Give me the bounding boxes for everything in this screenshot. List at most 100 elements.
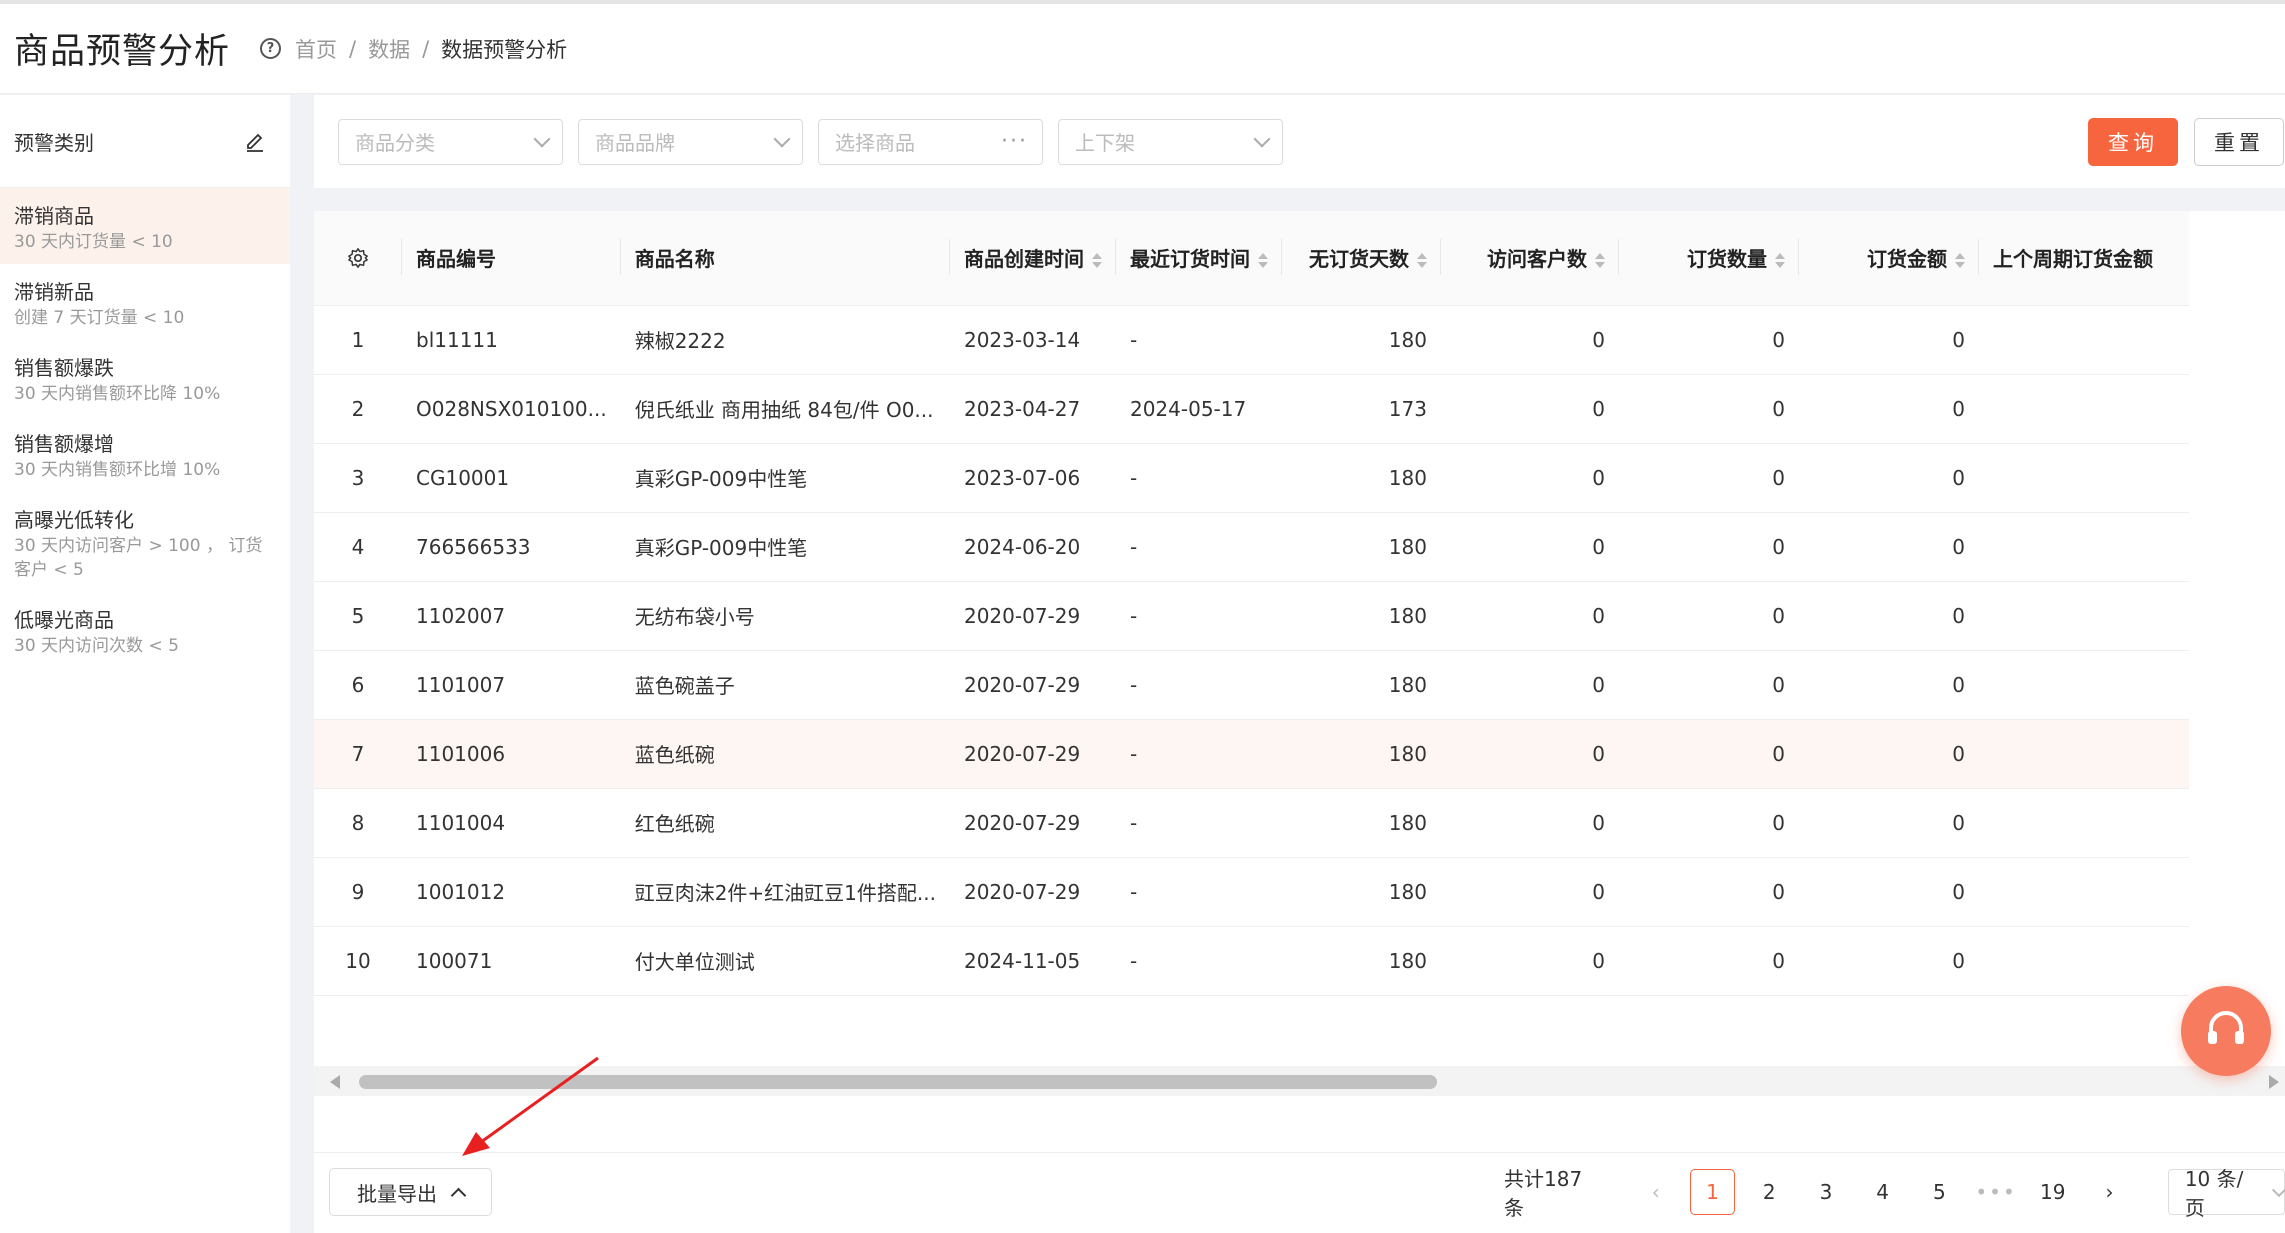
sidebar-item-sales-drop[interactable]: 销售额爆跌 30 天内销售额环比降 10% bbox=[0, 340, 290, 416]
cell-visitors: 0 bbox=[1440, 719, 1619, 789]
gear-icon[interactable] bbox=[328, 247, 388, 269]
pagination: 共计187条 ‹ 1 2 3 4 5 ••• 19 › 10 条/页 bbox=[1504, 1167, 2285, 1220]
cell-visitors: 0 bbox=[1440, 788, 1619, 858]
table-row[interactable]: 6 1101007 蓝色碗盖子 2020-07-29-180 0 0 0 bbox=[314, 650, 2189, 720]
cell-code: CG10001 bbox=[402, 443, 621, 513]
column-header-created[interactable]: 商品创建时间 bbox=[949, 211, 1116, 306]
cell-prev-amount bbox=[1978, 305, 2189, 375]
column-header-visitors[interactable]: 访问客户数 bbox=[1440, 211, 1619, 306]
sidebar-item-desc: 30 天内访问客户 > 100 ， 订货客户 < 5 bbox=[14, 536, 263, 580]
page-4[interactable]: 4 bbox=[1860, 1169, 1905, 1215]
cell-no-order-days: 180 bbox=[1281, 581, 1441, 651]
table-row[interactable]: 3 CG10001 真彩GP-009中性笔 2023-07-06-180 0 0 0 bbox=[314, 443, 2189, 513]
cell-name: 无纺布袋小号 bbox=[620, 581, 950, 651]
column-header-order-qty[interactable]: 订货数量 bbox=[1618, 211, 1799, 306]
breadcrumb-home[interactable]: 首页 bbox=[295, 34, 337, 64]
page-5[interactable]: 5 bbox=[1917, 1169, 1962, 1215]
customer-service-button[interactable] bbox=[2181, 986, 2271, 1076]
cell-name: 真彩GP-009中性笔 bbox=[620, 443, 950, 513]
reset-button[interactable]: 重置 bbox=[2194, 118, 2284, 166]
cell-no-order-days: 180 bbox=[1281, 650, 1441, 720]
sidebar-item-name: 高曝光低转化 bbox=[14, 508, 134, 532]
cell-order-amount: 0 bbox=[1798, 374, 1979, 444]
sort-icon[interactable] bbox=[1594, 253, 1605, 269]
sort-icon[interactable] bbox=[1257, 253, 1268, 269]
category-select[interactable]: 商品分类 bbox=[338, 118, 563, 165]
cell-order-amount: 0 bbox=[1798, 719, 1979, 789]
page-3[interactable]: 3 bbox=[1804, 1169, 1849, 1215]
cell-code: 1101006 bbox=[402, 719, 621, 789]
batch-export-button[interactable]: 批量导出 bbox=[329, 1168, 492, 1216]
scroll-right-icon[interactable] bbox=[2269, 1075, 2279, 1089]
page-1[interactable]: 1 bbox=[1690, 1169, 1735, 1215]
cell-visitors: 0 bbox=[1440, 305, 1619, 375]
column-header-last-order[interactable]: 最近订货时间 bbox=[1115, 211, 1282, 306]
product-picker[interactable]: 选择商品 ··· bbox=[818, 118, 1043, 165]
cell-name: 辣椒2222 bbox=[620, 305, 950, 375]
cell-created: 2024-11-05 bbox=[949, 926, 1116, 996]
sort-icon[interactable] bbox=[1774, 253, 1785, 269]
sort-icon[interactable] bbox=[1091, 253, 1102, 269]
column-settings[interactable] bbox=[314, 211, 402, 306]
sidebar-item-desc: 30 天内订货量 < 10 bbox=[14, 232, 173, 252]
cell-visitors: 0 bbox=[1440, 926, 1619, 996]
page-size-select[interactable]: 10 条/页 bbox=[2167, 1167, 2285, 1220]
table-row[interactable]: 5 1102007 无纺布袋小号 2020-07-29-180 0 0 0 bbox=[314, 581, 2189, 651]
cell-visitors: 0 bbox=[1440, 650, 1619, 720]
query-button[interactable]: 查询 bbox=[2088, 118, 2178, 166]
help-icon[interactable]: ? bbox=[260, 38, 282, 59]
page-ellipsis[interactable]: ••• bbox=[1974, 1169, 2019, 1215]
table-row[interactable]: 1 bl11111 辣椒2222 2023-03-14-180 0 0 0 bbox=[314, 305, 2189, 375]
cell-name: 蓝色碗盖子 bbox=[620, 650, 950, 720]
cell-visitors: 0 bbox=[1440, 581, 1619, 651]
cell-order-qty: 0 bbox=[1618, 512, 1799, 582]
sidebar-item-sales-surge[interactable]: 销售额爆增 30 天内销售额环比增 10% bbox=[0, 416, 290, 492]
cell-order-amount: 0 bbox=[1798, 443, 1979, 513]
breadcrumb-separator: / bbox=[422, 36, 430, 61]
column-header-order-amount[interactable]: 订货金额 bbox=[1798, 211, 1979, 306]
row-index: 2 bbox=[314, 374, 402, 444]
table-row[interactable]: 8 1101004 红色纸碗 2020-07-29-180 0 0 0 bbox=[314, 788, 2189, 858]
scroll-left-icon[interactable] bbox=[330, 1075, 340, 1089]
page-size-label: 10 条/页 bbox=[2184, 1167, 2244, 1220]
category-placeholder: 商品分类 bbox=[355, 131, 435, 155]
batch-export-label: 批量导出 bbox=[357, 1181, 437, 1206]
sidebar-item-low-exposure[interactable]: 低曝光商品 30 天内访问次数 < 5 bbox=[0, 592, 290, 668]
sidebar-header: 预警类别 bbox=[0, 95, 290, 188]
table-row[interactable]: 9 1001012 豇豆肉沫2件+红油豇豆1件搭配... 2020-07-29-180… bbox=[314, 857, 2189, 927]
table-row[interactable]: 4 766566533 真彩GP-009中性笔 2024-06-20-180 0 0 0 bbox=[314, 512, 2189, 582]
next-page-button[interactable]: › bbox=[2087, 1169, 2132, 1215]
row-index: 4 bbox=[314, 512, 402, 582]
prev-page-button[interactable]: ‹ bbox=[1633, 1169, 1678, 1215]
cell-code: 100071 bbox=[402, 926, 621, 996]
row-index: 6 bbox=[314, 650, 402, 720]
brand-select[interactable]: 商品品牌 bbox=[578, 118, 803, 165]
cell-last-order: - bbox=[1115, 719, 1282, 789]
shelf-status-select[interactable]: 上下架 bbox=[1058, 118, 1283, 165]
sidebar-item-slow-moving[interactable]: 滞销商品 30 天内订货量 < 10 bbox=[0, 188, 290, 264]
row-index: 1 bbox=[314, 305, 402, 375]
cell-last-order: - bbox=[1115, 512, 1282, 582]
page-2[interactable]: 2 bbox=[1747, 1169, 1792, 1215]
breadcrumb-data[interactable]: 数据 bbox=[368, 34, 410, 64]
table-row[interactable]: 2 O028NSX010100... 倪氏纸业 商用抽纸 84包/件 O0... 20… bbox=[314, 374, 2189, 444]
cell-visitors: 0 bbox=[1440, 443, 1619, 513]
table-row[interactable]: 10 100071 付大单位测试 2024-11-05-180 0 0 0 bbox=[314, 926, 2189, 996]
edit-icon[interactable] bbox=[244, 130, 266, 152]
page-title: 商品预警分析 bbox=[14, 32, 231, 72]
column-header-name: 商品名称 bbox=[620, 211, 950, 306]
cell-created: 2023-07-06 bbox=[949, 443, 1116, 513]
cell-created: 2020-07-29 bbox=[949, 650, 1116, 720]
row-index: 3 bbox=[314, 443, 402, 513]
cell-created: 2020-07-29 bbox=[949, 719, 1116, 789]
sort-icon[interactable] bbox=[1954, 253, 1965, 269]
cell-last-order: - bbox=[1115, 305, 1282, 375]
column-header-no-order-days[interactable]: 无订货天数 bbox=[1281, 211, 1441, 306]
sidebar-item-high-exposure[interactable]: 高曝光低转化 30 天内访问客户 > 100 ， 订货客户 < 5 bbox=[0, 492, 290, 592]
table-row[interactable]: 7 1101006 蓝色纸碗 2020-07-29-180 0 0 0 bbox=[314, 719, 2189, 789]
page-19[interactable]: 19 bbox=[2030, 1169, 2075, 1215]
cell-name: 红色纸碗 bbox=[620, 788, 950, 858]
sort-icon[interactable] bbox=[1416, 253, 1427, 269]
cell-last-order: - bbox=[1115, 650, 1282, 720]
sidebar-item-slow-new[interactable]: 滞销新品 创建 7 天订货量 < 10 bbox=[0, 264, 290, 340]
